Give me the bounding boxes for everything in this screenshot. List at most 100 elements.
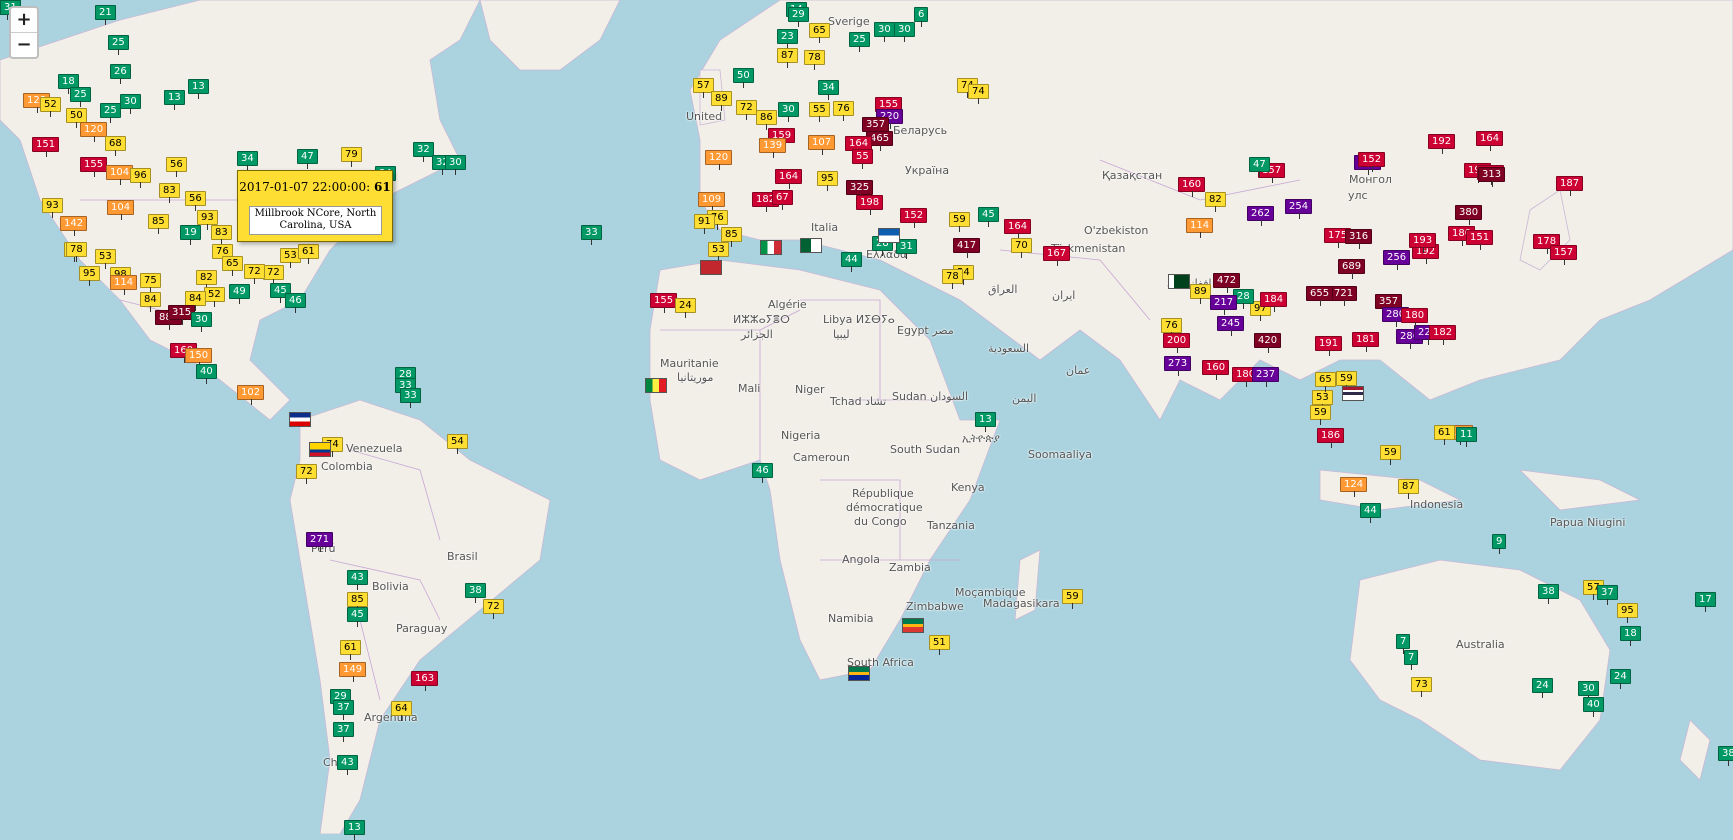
aqi-marker[interactable]: 18 xyxy=(1620,626,1641,646)
aqi-marker[interactable]: 109 xyxy=(698,192,726,212)
aqi-marker[interactable]: 181 xyxy=(1352,332,1380,352)
aqi-marker[interactable]: 30 xyxy=(778,102,799,122)
aqi-marker[interactable]: 164 xyxy=(775,169,803,189)
aqi-marker[interactable]: 200 xyxy=(1163,333,1191,353)
aqi-marker[interactable]: 95 xyxy=(1617,603,1638,623)
aqi-marker[interactable]: 316 xyxy=(1345,229,1373,249)
aqi-marker[interactable]: 65 xyxy=(809,23,830,43)
aqi-marker[interactable]: 56 xyxy=(185,191,206,211)
aqi-marker[interactable]: 30 xyxy=(1578,681,1599,701)
aqi-marker[interactable]: 6 xyxy=(914,7,929,27)
aqi-marker[interactable]: 93 xyxy=(197,210,218,230)
aqi-marker[interactable]: 142 xyxy=(60,216,88,236)
aqi-marker[interactable]: 151 xyxy=(32,137,60,157)
aqi-marker[interactable]: 13 xyxy=(164,90,185,110)
aqi-marker[interactable]: 34 xyxy=(237,151,258,171)
aqi-marker[interactable]: 50 xyxy=(733,68,754,88)
aqi-marker[interactable]: 11 xyxy=(1456,427,1477,447)
aqi-marker[interactable]: 182 xyxy=(1429,325,1457,345)
aqi-marker[interactable]: 7 xyxy=(1396,634,1411,654)
aqi-marker[interactable]: 76 xyxy=(833,101,854,121)
flag-icon[interactable] xyxy=(878,228,900,243)
aqi-marker[interactable]: 655 xyxy=(1306,286,1334,306)
aqi-marker[interactable]: 24 xyxy=(675,298,696,318)
aqi-marker[interactable]: 70 xyxy=(1011,238,1032,258)
aqi-marker[interactable]: 192 xyxy=(1428,134,1456,154)
aqi-marker[interactable]: 52 xyxy=(40,97,61,117)
zoom-in-button[interactable]: + xyxy=(11,8,37,33)
aqi-marker[interactable]: 721 xyxy=(1330,286,1358,306)
aqi-marker[interactable]: 91 xyxy=(694,214,715,234)
aqi-marker[interactable]: 21 xyxy=(95,5,116,25)
aqi-marker[interactable]: 29 xyxy=(788,7,809,27)
aqi-marker[interactable]: 357 xyxy=(862,117,890,137)
aqi-marker[interactable]: 59 xyxy=(949,212,970,232)
aqi-marker[interactable]: 24 xyxy=(1532,678,1553,698)
aqi-marker[interactable]: 87 xyxy=(777,48,798,68)
aqi-marker[interactable]: 59 xyxy=(1310,405,1331,425)
aqi-marker[interactable]: 191 xyxy=(1315,336,1343,356)
aqi-marker[interactable]: 89 xyxy=(1190,284,1211,304)
aqi-marker[interactable]: 72 xyxy=(483,599,504,619)
aqi-marker[interactable]: 85 xyxy=(347,592,368,612)
aqi-marker[interactable]: 49 xyxy=(229,284,250,304)
aqi-marker[interactable]: 73 xyxy=(1411,677,1432,697)
aqi-marker[interactable]: 37 xyxy=(1597,585,1618,605)
aqi-marker[interactable]: 37 xyxy=(333,722,354,742)
aqi-marker[interactable]: 86 xyxy=(756,110,777,130)
flag-icon[interactable] xyxy=(1168,274,1190,289)
aqi-marker[interactable]: 198 xyxy=(856,195,884,215)
aqi-marker[interactable]: 43 xyxy=(337,755,358,775)
aqi-marker[interactable]: 13 xyxy=(188,79,209,99)
aqi-marker[interactable]: 46 xyxy=(752,463,773,483)
aqi-marker[interactable]: 45 xyxy=(347,607,368,627)
aqi-marker[interactable]: 72 xyxy=(736,100,757,120)
aqi-marker[interactable]: 164 xyxy=(1004,219,1032,239)
aqi-marker[interactable]: 47 xyxy=(297,149,318,169)
aqi-marker[interactable]: 152 xyxy=(900,208,928,228)
zoom-out-button[interactable]: − xyxy=(11,33,37,57)
aqi-marker[interactable]: 33 xyxy=(581,225,602,245)
aqi-marker[interactable]: 95 xyxy=(817,171,838,191)
flag-icon[interactable] xyxy=(760,240,782,255)
aqi-marker[interactable]: 217 xyxy=(1210,295,1238,315)
aqi-marker[interactable]: 79 xyxy=(341,147,362,167)
aqi-marker[interactable]: 64 xyxy=(391,701,412,721)
aqi-marker[interactable]: 151 xyxy=(1466,230,1494,250)
aqi-marker[interactable]: 75 xyxy=(140,273,161,293)
aqi-marker[interactable]: 82 xyxy=(196,270,217,290)
aqi-marker[interactable]: 139 xyxy=(759,138,787,158)
aqi-marker[interactable]: 53 xyxy=(95,249,116,269)
aqi-marker[interactable]: 43 xyxy=(347,570,368,590)
aqi-marker[interactable]: 53 xyxy=(1312,390,1333,410)
aqi-marker[interactable]: 273 xyxy=(1164,356,1192,376)
aqi-marker[interactable]: 46 xyxy=(285,293,306,313)
aqi-marker[interactable]: 78 xyxy=(66,242,87,262)
aqi-marker[interactable]: 164 xyxy=(1476,131,1504,151)
aqi-marker[interactable]: 33 xyxy=(400,388,421,408)
aqi-marker[interactable]: 124 xyxy=(1340,477,1368,497)
aqi-marker[interactable]: 26 xyxy=(110,64,131,84)
aqi-marker[interactable]: 67 xyxy=(772,190,793,210)
aqi-marker[interactable]: 25 xyxy=(849,32,870,52)
aqi-marker[interactable]: 61 xyxy=(298,244,319,264)
aqi-marker[interactable]: 24 xyxy=(1610,669,1631,689)
aqi-marker[interactable]: 7 xyxy=(1404,650,1419,670)
flag-icon[interactable] xyxy=(645,378,667,393)
aqi-marker[interactable]: 84 xyxy=(185,291,206,311)
aqi-marker[interactable]: 186 xyxy=(1317,428,1345,448)
aqi-marker[interactable]: 59 xyxy=(1380,445,1401,465)
aqi-marker[interactable]: 72 xyxy=(263,265,284,285)
aqi-marker[interactable]: 54 xyxy=(447,434,468,454)
flag-icon[interactable] xyxy=(800,238,822,253)
aqi-marker[interactable]: 72 xyxy=(296,464,317,484)
aqi-marker[interactable]: 61 xyxy=(1434,425,1455,445)
aqi-marker[interactable]: 157 xyxy=(1550,245,1578,265)
aqi-marker[interactable]: 59 xyxy=(1062,589,1083,609)
aqi-marker[interactable]: 13 xyxy=(975,412,996,432)
aqi-marker[interactable]: 76 xyxy=(1161,318,1182,338)
aqi-marker[interactable]: 256 xyxy=(1383,250,1411,270)
aqi-marker[interactable]: 68 xyxy=(105,136,126,156)
aqi-marker[interactable]: 23 xyxy=(777,29,798,49)
aqi-marker[interactable]: 87 xyxy=(1398,479,1419,499)
